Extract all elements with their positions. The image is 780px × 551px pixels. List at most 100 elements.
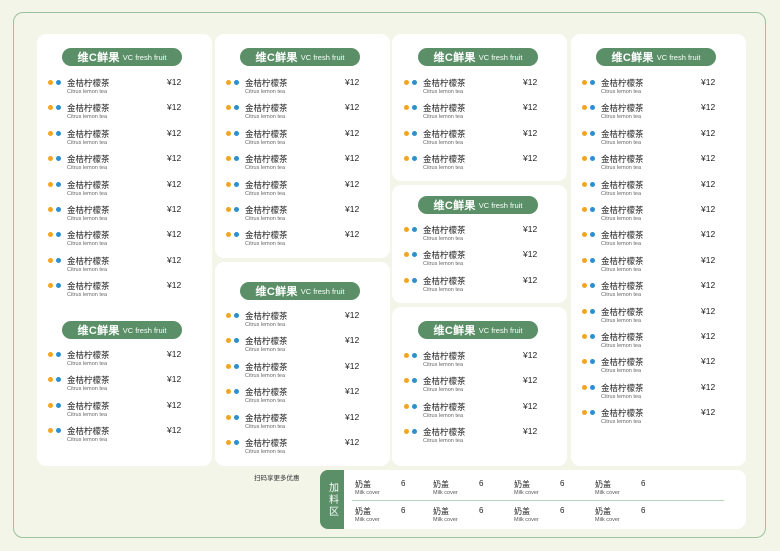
addon-item-price: 6 bbox=[401, 506, 406, 515]
blue-dot-icon bbox=[412, 429, 417, 435]
menu-item-name: 金桔柠檬茶 bbox=[423, 275, 466, 286]
menu-item-price: ¥12 bbox=[345, 178, 360, 189]
blue-dot-icon bbox=[234, 389, 239, 395]
addon-item: 奶盖 Milk cover 6 bbox=[514, 506, 584, 526]
blue-dot-icon bbox=[56, 283, 61, 289]
menu-item: 金桔柠檬茶 Citrus lemon tea ¥12 bbox=[404, 224, 539, 247]
blue-dot-icon bbox=[56, 428, 61, 434]
orange-dot-icon bbox=[226, 130, 231, 136]
menu-item: 金桔柠檬茶 Citrus lemon tea ¥12 bbox=[48, 128, 183, 151]
section-title: 维C鲜果 bbox=[433, 52, 476, 64]
section-subtitle: VC fresh fruit bbox=[478, 325, 523, 335]
menu-item-price: ¥12 bbox=[167, 374, 182, 385]
blue-dot-icon bbox=[56, 207, 61, 212]
section-subtitle: VC fresh fruit bbox=[122, 52, 167, 62]
menu-item-name: 金桔柠檬茶 bbox=[423, 376, 466, 387]
menu-item-name: 金桔柠檬茶 bbox=[601, 78, 644, 88]
blue-dot-icon bbox=[590, 308, 595, 314]
menu-item: 金桔柠檬茶 Citrus lemon tea ¥12 bbox=[48, 255, 183, 278]
menu-item: 金桔柠檬茶 Citrus lemon tea ¥12 bbox=[582, 382, 717, 405]
menu-item-subtitle: Citrus lemon tea bbox=[423, 236, 464, 242]
orange-dot-icon bbox=[48, 232, 53, 238]
section-subtitle: VC fresh fruit bbox=[122, 325, 167, 335]
section-header: 维C鲜果 VC fresh fruit bbox=[62, 321, 182, 339]
menu-item-name: 金桔柠檬茶 bbox=[601, 103, 644, 114]
section-title: 维C鲜果 bbox=[433, 325, 476, 337]
orange-dot-icon bbox=[48, 130, 53, 136]
orange-dot-icon bbox=[226, 363, 231, 369]
menu-item: 金桔柠檬茶 Citrus lemon tea ¥12 bbox=[582, 153, 717, 176]
menu-item: 金桔柠檬茶 Citrus lemon tea ¥12 bbox=[582, 102, 717, 125]
orange-dot-icon bbox=[582, 410, 587, 416]
menu-item-subtitle: Citrus lemon tea bbox=[67, 190, 108, 197]
blue-dot-icon bbox=[412, 277, 417, 283]
menu-item-subtitle: Citrus lemon tea bbox=[67, 361, 108, 367]
orange-dot-icon bbox=[404, 277, 409, 283]
section-title: 维C鲜果 bbox=[611, 52, 654, 64]
menu-item: 金桔柠檬茶 Citrus lemon tea ¥12 bbox=[404, 401, 539, 424]
menu-item-subtitle: Citrus lemon tea bbox=[601, 165, 642, 172]
menu-item-price: ¥12 bbox=[345, 102, 360, 113]
section-title: 维C鲜果 bbox=[77, 52, 120, 64]
blue-dot-icon bbox=[234, 130, 239, 136]
blue-dot-icon bbox=[234, 232, 239, 238]
section-subtitle: VC fresh fruit bbox=[478, 52, 523, 62]
blue-dot-icon bbox=[56, 352, 61, 357]
menu-item-subtitle: Citrus lemon tea bbox=[67, 386, 108, 393]
menu-item: 金桔柠檬茶 Citrus lemon tea ¥12 bbox=[582, 179, 717, 202]
addon-item-name: 奶盖 bbox=[433, 480, 449, 489]
orange-dot-icon bbox=[404, 156, 409, 162]
menu-item-subtitle: Citrus lemon tea bbox=[245, 241, 286, 248]
menu-item-name: 金桔柠檬茶 bbox=[601, 179, 644, 190]
menu-item: 金桔柠檬茶 Citrus lemon tea ¥12 bbox=[48, 229, 183, 252]
orange-dot-icon bbox=[226, 80, 231, 85]
addon-item: 奶盖 Milk cover 6 bbox=[595, 479, 665, 499]
menu-item-name: 金桔柠檬茶 bbox=[67, 375, 110, 386]
section-header: 维C鲜果 VC fresh fruit bbox=[240, 48, 360, 66]
addon-item: 奶盖 Milk cover 6 bbox=[433, 506, 503, 526]
menu-item: 金桔柠檬茶 Citrus lemon tea ¥12 bbox=[226, 128, 361, 151]
section-header: 维C鲜果 VC fresh fruit bbox=[240, 282, 360, 300]
menu-item-name: 金桔柠檬茶 bbox=[601, 408, 644, 419]
menu-item-subtitle: Citrus lemon tea bbox=[423, 114, 464, 121]
section-title: 维C鲜果 bbox=[255, 52, 298, 64]
menu-item-name: 金桔柠檬茶 bbox=[423, 401, 466, 412]
menu-item-subtitle: Citrus lemon tea bbox=[67, 89, 108, 95]
menu-item: 金桔柠檬茶 Citrus lemon tea ¥12 bbox=[48, 77, 183, 100]
addon-tab-label: 加料区 bbox=[326, 481, 338, 518]
blue-dot-icon bbox=[234, 414, 239, 420]
blue-dot-icon bbox=[412, 353, 417, 358]
menu-item: 金桔柠檬茶 Citrus lemon tea ¥12 bbox=[582, 204, 717, 227]
menu-item-price: ¥12 bbox=[523, 224, 538, 234]
menu-item-price: ¥12 bbox=[345, 360, 360, 371]
menu-item-subtitle: Citrus lemon tea bbox=[67, 114, 108, 121]
orange-dot-icon bbox=[582, 130, 587, 136]
addon-item-subtitle: Milk cover bbox=[595, 490, 620, 496]
menu-item-name: 金桔柠檬茶 bbox=[245, 78, 288, 88]
menu-item-price: ¥12 bbox=[167, 178, 182, 189]
orange-dot-icon bbox=[48, 283, 53, 289]
menu-item-name: 金桔柠檬茶 bbox=[67, 400, 110, 411]
menu-item-subtitle: Citrus lemon tea bbox=[601, 317, 642, 324]
menu-item-price: ¥12 bbox=[345, 153, 360, 164]
menu-item-name: 金桔柠檬茶 bbox=[601, 382, 644, 393]
orange-dot-icon bbox=[582, 359, 587, 365]
section-title: 维C鲜果 bbox=[77, 325, 120, 337]
menu-item: 金桔柠檬茶 Citrus lemon tea ¥12 bbox=[226, 102, 361, 125]
orange-dot-icon bbox=[48, 428, 53, 434]
addon-item-subtitle: Milk cover bbox=[514, 490, 539, 496]
addon-item-subtitle: Milk cover bbox=[514, 517, 539, 523]
menu-item-price: ¥12 bbox=[701, 102, 716, 113]
menu-item-price: ¥12 bbox=[345, 310, 360, 320]
menu-item-name: 金桔柠檬茶 bbox=[601, 128, 644, 139]
menu-item-name: 金桔柠檬茶 bbox=[245, 103, 288, 114]
orange-dot-icon bbox=[226, 440, 231, 445]
blue-dot-icon bbox=[56, 80, 61, 85]
addon-item-price: 6 bbox=[479, 506, 484, 515]
menu-item-subtitle: Citrus lemon tea bbox=[601, 368, 642, 375]
menu-item-price: ¥12 bbox=[701, 127, 716, 138]
menu-item-name: 金桔柠檬茶 bbox=[601, 332, 644, 342]
blue-dot-icon bbox=[56, 105, 61, 111]
menu-item-subtitle: Citrus lemon tea bbox=[67, 266, 108, 273]
addon-item-price: 6 bbox=[560, 479, 565, 488]
